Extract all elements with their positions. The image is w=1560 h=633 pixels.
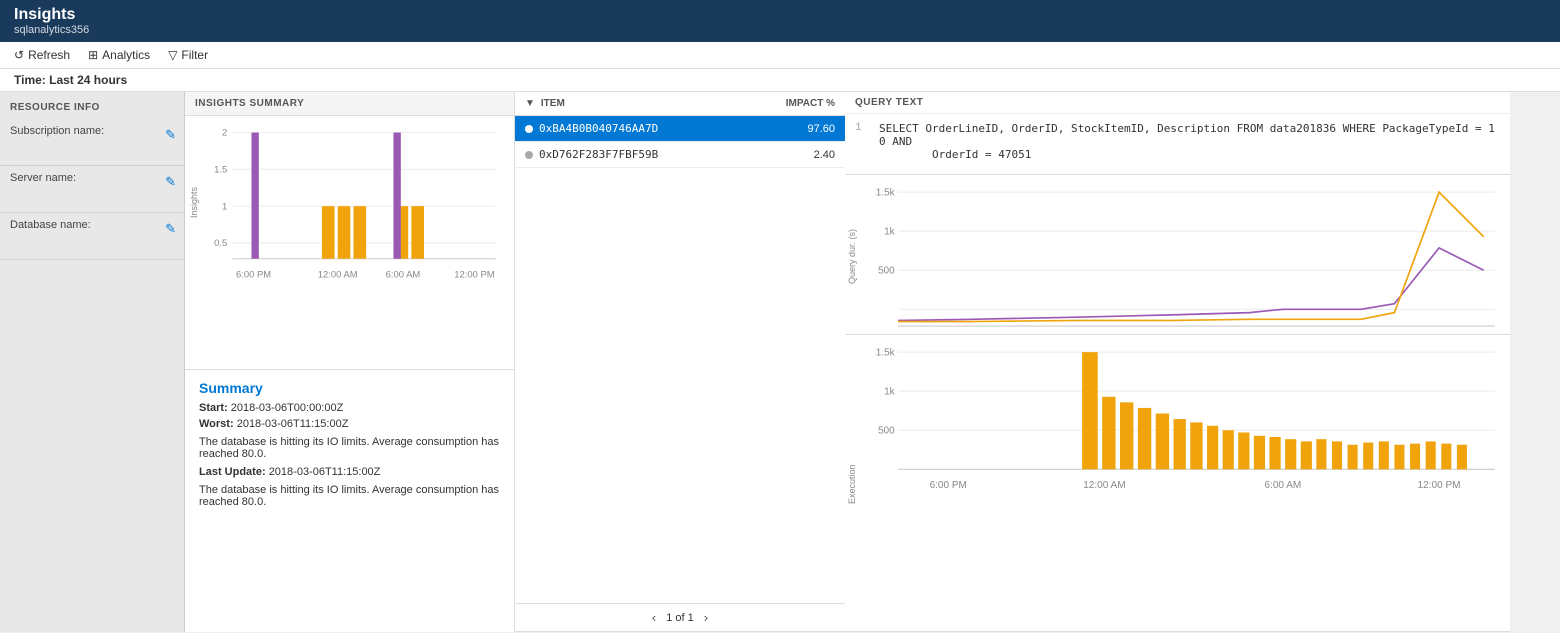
summary-desc2: The database is hitting its IO limits. A…: [199, 484, 500, 508]
execution-svg: 1.5k 1k 500: [859, 341, 1506, 506]
summary-area: Summary Start: 2018-03-06T00:00:00Z Wors…: [185, 369, 514, 633]
svg-text:1.5: 1.5: [214, 164, 227, 175]
refresh-label: Refresh: [28, 48, 70, 62]
svg-text:1.5k: 1.5k: [876, 348, 896, 359]
time-bar: Time: Last 24 hours: [0, 69, 1560, 92]
insights-chart-svg: 2 1.5 1 0.5: [201, 122, 506, 285]
col-impact-label: IMPACT %: [755, 98, 835, 109]
analytics-button[interactable]: ⊞ Analytics: [88, 48, 150, 62]
query-text-body: 1 SELECT OrderLineID, OrderID, StockItem…: [845, 114, 1510, 174]
summary-last-update-value: 2018-03-06T11:15:00Z: [269, 466, 381, 478]
summary-start-value: 2018-03-06T00:00:00Z: [231, 402, 344, 414]
analytics-icon: ⊞: [88, 48, 98, 62]
summary-start-label: Start:: [199, 402, 228, 414]
filter-button[interactable]: ▽ Filter: [168, 48, 208, 62]
filter-icon: ▽: [168, 48, 177, 62]
page-indicator: 1 of 1: [666, 612, 694, 624]
right-panel: QUERY TEXT 1 SELECT OrderLineID, OrderID…: [845, 92, 1510, 632]
svg-text:6:00 PM: 6:00 PM: [236, 270, 271, 281]
query-text-panel: QUERY TEXT 1 SELECT OrderLineID, OrderID…: [845, 92, 1510, 175]
insights-y-label: Insights: [187, 122, 201, 282]
item-row[interactable]: 0xBA4B0B040746AA7D 97.60: [515, 116, 845, 142]
query-duration-chart: Query dur. (s) 1.5k 1k 500: [845, 175, 1510, 335]
execution-chart: Execution 1.5k 1k 500: [845, 335, 1510, 632]
svg-text:1.5k: 1.5k: [876, 188, 896, 199]
main-content: RESOURCE INFO Subscription name: ✎ Serve…: [0, 92, 1560, 632]
summary-worst-value: 2018-03-06T11:15:00Z: [237, 418, 349, 430]
svg-text:12:00 PM: 12:00 PM: [454, 270, 495, 281]
svg-text:2: 2: [222, 128, 227, 139]
line-number: 1: [855, 122, 871, 166]
svg-text:12:00 PM: 12:00 PM: [1418, 480, 1461, 491]
item-name: 0xD762F283F7FBF59B: [539, 148, 755, 161]
app-title: Insights: [14, 6, 1546, 24]
analytics-label: Analytics: [102, 48, 150, 62]
svg-text:1: 1: [222, 201, 227, 212]
execution-y-label: Execution: [845, 341, 859, 627]
execution-chart-inner: 1.5k 1k 500: [859, 341, 1506, 627]
summary-last-update-label: Last Update:: [199, 466, 266, 478]
subscription-field: Subscription name: ✎: [0, 119, 184, 166]
subscription-edit-icon[interactable]: ✎: [165, 127, 176, 143]
summary-desc1: The database is hitting its IO limits. A…: [199, 436, 500, 460]
summary-last-update: Last Update: 2018-03-06T11:15:00Z: [199, 466, 500, 478]
refresh-icon: ↺: [14, 48, 24, 62]
prev-page-button[interactable]: ‹: [652, 610, 656, 625]
next-page-button[interactable]: ›: [704, 610, 708, 625]
item-name: 0xBA4B0B040746AA7D: [539, 122, 755, 135]
items-header: ▼ ITEM IMPACT %: [515, 92, 845, 116]
svg-text:1k: 1k: [884, 387, 896, 398]
svg-text:6:00 AM: 6:00 AM: [1265, 480, 1302, 491]
database-edit-icon[interactable]: ✎: [165, 221, 176, 237]
summary-worst: Worst: 2018-03-06T11:15:00Z: [199, 418, 500, 430]
app-subtitle: sqlanalytics356: [14, 24, 1546, 36]
svg-text:0.5: 0.5: [214, 238, 227, 249]
subscription-value: [10, 141, 174, 159]
item-dot: [525, 151, 533, 159]
item-dot: [525, 125, 533, 133]
svg-text:6:00 PM: 6:00 PM: [930, 480, 967, 491]
insights-chart-area: Insights 2 1.5 1 0.5: [185, 116, 514, 369]
col-item-label: ITEM: [541, 98, 749, 109]
insights-summary-title: INSIGHTS SUMMARY: [185, 92, 514, 116]
item-row[interactable]: 0xD762F283F7FBF59B 2.40: [515, 142, 845, 168]
item-impact: 2.40: [755, 149, 835, 161]
server-value: [10, 188, 174, 206]
database-value: [10, 235, 174, 253]
svg-text:500: 500: [878, 426, 895, 437]
query-dur-svg: 1.5k 1k 500 6:00 PM 12:00 AM 6:0: [859, 181, 1506, 346]
filter-label: Filter: [181, 48, 208, 62]
items-panel: ▼ ITEM IMPACT % 0xBA4B0B040746AA7D 97.60…: [515, 92, 845, 632]
items-list: 0xBA4B0B040746AA7D 97.60 0xD762F283F7FBF…: [515, 116, 845, 168]
left-panel: RESOURCE INFO Subscription name: ✎ Serve…: [0, 92, 185, 632]
query-code: SELECT OrderLineID, OrderID, StockItemID…: [879, 122, 1500, 166]
app-header: Insights sqlanalytics356: [0, 0, 1560, 42]
time-label: Time: Last 24 hours: [14, 73, 127, 87]
query-text-header: QUERY TEXT: [845, 92, 1510, 114]
query-dur-y-label: Query dur. (s): [845, 181, 859, 331]
svg-text:12:00 AM: 12:00 AM: [318, 270, 358, 281]
summary-worst-label: Worst:: [199, 418, 234, 430]
server-label: Server name:: [10, 172, 174, 184]
svg-text:500: 500: [878, 266, 895, 277]
refresh-button[interactable]: ↺ Refresh: [14, 48, 70, 62]
subscription-label: Subscription name:: [10, 125, 174, 137]
item-impact: 97.60: [755, 123, 835, 135]
server-field: Server name: ✎: [0, 166, 184, 213]
svg-text:6:00 AM: 6:00 AM: [386, 270, 421, 281]
filter-list-icon: ▼: [525, 98, 535, 109]
svg-text:1k: 1k: [884, 227, 896, 238]
pagination: ‹ 1 of 1 ›: [515, 603, 845, 631]
summary-start: Start: 2018-03-06T00:00:00Z: [199, 402, 500, 414]
database-field: Database name: ✎: [0, 213, 184, 260]
insights-chart-inner: 2 1.5 1 0.5: [201, 122, 506, 282]
server-edit-icon[interactable]: ✎: [165, 174, 176, 190]
svg-text:12:00 AM: 12:00 AM: [1083, 480, 1125, 491]
summary-title: Summary: [199, 380, 500, 396]
database-label: Database name:: [10, 219, 174, 231]
toolbar: ↺ Refresh ⊞ Analytics ▽ Filter: [0, 42, 1560, 69]
query-dur-chart-inner: 1.5k 1k 500 6:00 PM 12:00 AM 6:0: [859, 181, 1506, 331]
resource-info-title: RESOURCE INFO: [0, 102, 184, 119]
